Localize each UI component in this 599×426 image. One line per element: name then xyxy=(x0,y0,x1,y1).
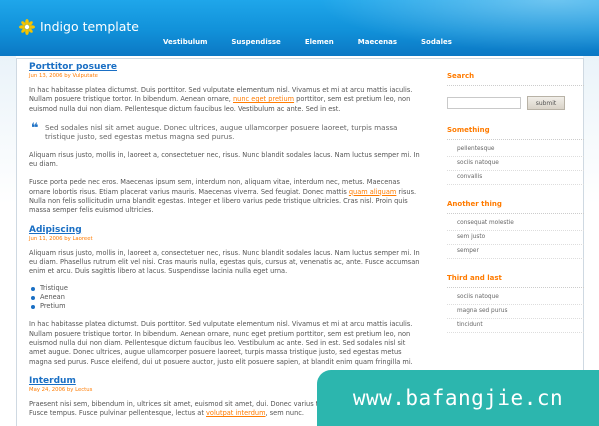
post-date: May 24, 2006 xyxy=(29,386,66,393)
list-item: Tristique xyxy=(31,284,422,293)
post-title-adipiscing[interactable]: Adipiscing xyxy=(29,225,422,235)
sidebar-link[interactable]: sociis natoque xyxy=(447,291,584,305)
sidebar-list: consequat molestie sem justo semper xyxy=(447,217,584,259)
sidebar-list: sociis natoque magna sed purus tincidunt xyxy=(447,291,584,333)
quote-icon: ❝ xyxy=(31,120,39,136)
post-paragraph: Aliquam risus justo, mollis in, laoreet … xyxy=(29,150,420,169)
post-title-porttitor[interactable]: Porttitor posuere xyxy=(29,62,422,72)
post-meta: Jun 13, 2006 by Vulputate xyxy=(29,73,422,79)
header-shine xyxy=(299,0,599,56)
inline-link[interactable]: quam aliquam xyxy=(349,188,396,196)
inline-link[interactable]: volutpat interdum xyxy=(206,409,265,417)
sidebar-link[interactable]: semper xyxy=(447,245,584,259)
watermark-text: www.bafangjie.cn xyxy=(352,386,564,410)
site-title[interactable]: Indigo template xyxy=(40,19,139,34)
list-item: Pretium xyxy=(31,302,422,311)
post-author[interactable]: Laoreet xyxy=(72,236,92,242)
nav-item-maecenas[interactable]: Maecenas xyxy=(358,38,397,46)
sidebar-heading-third-and-last: Third and last xyxy=(447,274,584,288)
sidebar-link[interactable]: pellentesque xyxy=(447,143,584,157)
left-gutter xyxy=(0,56,16,426)
sidebar-link[interactable]: sociis natoque xyxy=(447,157,584,171)
post-paragraph: In hac habitasse platea dictumst. Duis p… xyxy=(29,320,413,366)
text: , sem nunc. xyxy=(265,409,304,418)
search-submit-button[interactable]: submit xyxy=(527,96,565,110)
sidebar-heading-another-thing: Another thing xyxy=(447,200,584,214)
main-nav: Vestibulum Suspendisse Elemen Maecenas S… xyxy=(163,38,476,46)
flower-logo-icon[interactable] xyxy=(19,19,35,35)
post-author[interactable]: Lectus xyxy=(75,387,92,393)
nav-item-sodales[interactable]: Sodales xyxy=(421,38,452,46)
post-author[interactable]: Vulputate xyxy=(72,73,97,79)
list-item: Aenean xyxy=(31,293,422,302)
post-date: Jun 11, 2006 xyxy=(29,235,63,242)
nav-item-vestibulum[interactable]: Vestibulum xyxy=(163,38,207,46)
sidebar-heading-something: Something xyxy=(447,126,584,140)
post-quote: ❝ Sed sodales nisl sit amet augue. Donec… xyxy=(29,120,422,142)
search-input[interactable] xyxy=(447,97,521,109)
post-date: Jun 13, 2006 xyxy=(29,73,63,79)
sidebar-link[interactable]: magna sed purus xyxy=(447,305,584,319)
bullet-list: Tristique Aenean Pretium xyxy=(31,284,422,312)
post-paragraph: Aliquam risus justo, mollis in, laoreet … xyxy=(29,248,420,276)
inline-link[interactable]: nunc eget pretium xyxy=(233,95,294,103)
header-bar: Indigo template Vestibulum Suspendisse E… xyxy=(0,0,599,56)
sidebar-link[interactable]: sem justo xyxy=(447,231,584,245)
text: Fusce porta pede nec eros. Maecenas ipsu… xyxy=(29,178,400,196)
post-meta: Jun 11, 2006 by Laoreet xyxy=(29,236,422,242)
search-heading: Search xyxy=(447,72,584,86)
sidebar-list: pellentesque sociis natoque convallis xyxy=(447,143,584,185)
nav-item-elemen[interactable]: Elemen xyxy=(305,38,334,46)
sidebar-link[interactable]: tincidunt xyxy=(447,319,584,333)
sidebar-link[interactable]: consequat molestie xyxy=(447,217,584,231)
post-by: by xyxy=(64,73,71,79)
sidebar-link[interactable]: convallis xyxy=(447,171,584,185)
post-by: by xyxy=(66,386,74,393)
watermark-banner: www.bafangjie.cn xyxy=(317,370,599,426)
post-paragraph: In hac habitasse platea dictumst. Duis p… xyxy=(29,86,422,114)
sidebar: Search submit Something pellentesque soc… xyxy=(447,72,584,348)
post-paragraph: Fusce porta pede nec eros. Maecenas ipsu… xyxy=(29,178,422,215)
post-by: by xyxy=(64,235,71,242)
quote-text: Sed sodales nisl sit amet augue. Donec u… xyxy=(45,122,398,142)
search-form: submit xyxy=(447,96,584,110)
nav-item-suspendisse[interactable]: Suspendisse xyxy=(231,38,280,46)
